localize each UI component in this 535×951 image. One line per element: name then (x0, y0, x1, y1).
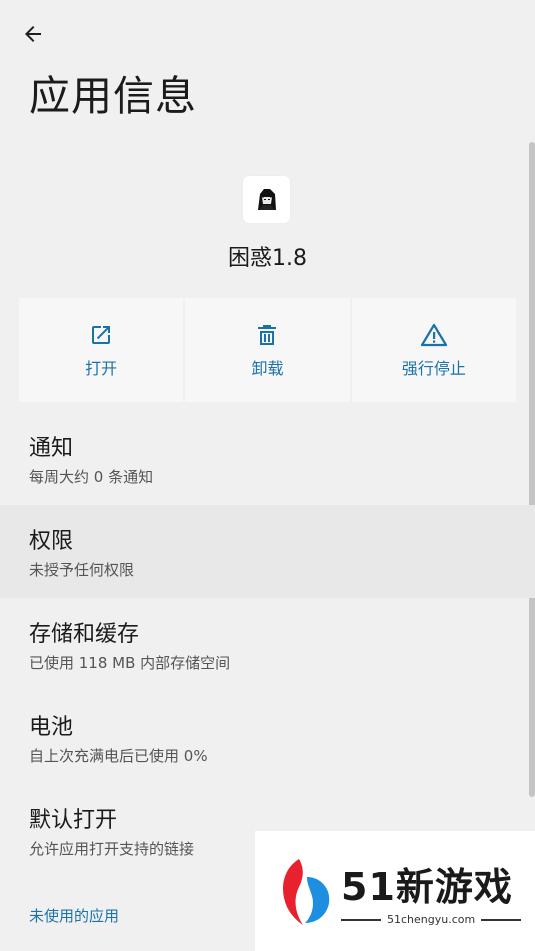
settings-item-title: 存储和缓存 (29, 622, 140, 647)
settings-item-title: 电池 (29, 715, 74, 740)
arrow-left-icon (25, 26, 41, 42)
back-button[interactable] (14, 16, 52, 52)
action-bar: 打开 卸载 强行停止 (19, 298, 516, 402)
settings-item-title: 通知 (29, 436, 74, 461)
app-name: 困惑1.8 (228, 246, 307, 271)
open-label: 打开 (85, 358, 118, 378)
force-stop-button[interactable]: 强行停止 (351, 298, 516, 402)
app-icon (243, 176, 290, 223)
settings-item-storage[interactable]: 存储和缓存 已使用 118 MB 内部存储空间 (0, 598, 535, 691)
settings-item-title: 权限 (29, 529, 74, 554)
open-button[interactable]: 打开 (19, 298, 184, 402)
settings-item-permissions[interactable]: 权限 未授予任何权限 (0, 505, 535, 598)
settings-item-battery[interactable]: 电池 自上次充满电后已使用 0% (0, 691, 535, 784)
watermark: 51新游戏 51chengyu.com (255, 831, 535, 951)
warning-triangle-icon (420, 323, 447, 346)
force-stop-label: 强行停止 (401, 358, 466, 378)
uninstall-button[interactable]: 卸载 (185, 298, 350, 402)
settings-item-notifications[interactable]: 通知 每周大约 0 条通知 (0, 412, 535, 505)
page-title: 应用信息 (29, 72, 197, 120)
settings-item-subtitle: 每周大约 0 条通知 (29, 468, 154, 486)
settings-item-subtitle: 已使用 118 MB 内部存储空间 (29, 654, 231, 672)
settings-item-subtitle: 未授予任何权限 (29, 561, 135, 579)
uninstall-label: 卸载 (251, 358, 284, 378)
settings-item-subtitle: 自上次充满电后已使用 0% (29, 747, 208, 765)
unused-apps-link[interactable]: 未使用的应用 (29, 905, 119, 926)
trash-icon (258, 324, 277, 345)
open-external-icon (92, 325, 111, 344)
watermark-url: 51chengyu.com (387, 913, 476, 926)
brand-logo-icon (283, 859, 330, 925)
settings-item-subtitle: 允许应用打开支持的链接 (29, 840, 195, 858)
watermark-brand: 51新游戏 (341, 865, 513, 909)
settings-item-title: 默认打开 (29, 808, 118, 833)
